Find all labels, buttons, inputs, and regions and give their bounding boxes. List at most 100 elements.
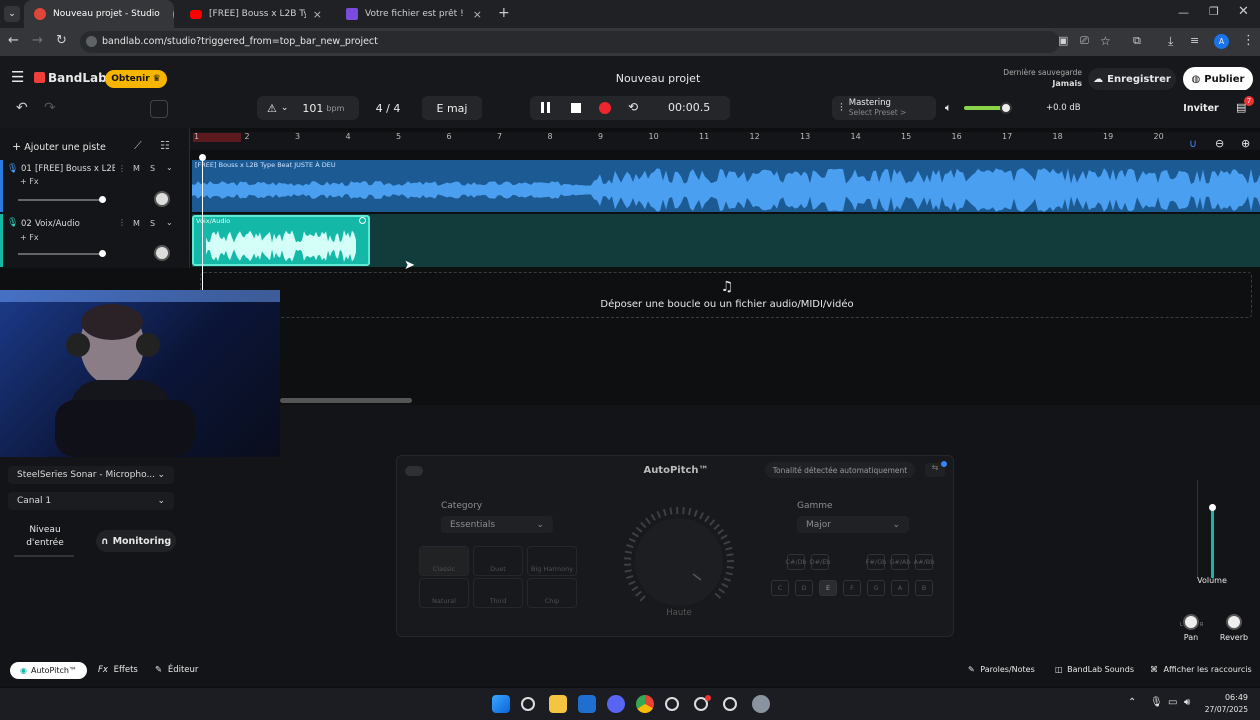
channel-volume-fader[interactable] — [1211, 508, 1214, 578]
audio-clip-vocal[interactable]: Voix/Audio — [192, 215, 370, 266]
track-name[interactable]: Voix/Audio — [35, 219, 80, 229]
preset-button[interactable]: Chip — [527, 578, 577, 608]
track-row[interactable]: 🎙︎ 02 Voix/Audio ⋮ M S ⌄ + Fx — [0, 214, 190, 268]
category-select[interactable]: Essentials ⌄ — [441, 516, 553, 533]
tempo-control[interactable]: ⚠ ⌄ 101 bpm — [257, 96, 359, 120]
bookmark-star-icon[interactable]: ☆ — [1100, 33, 1111, 49]
browser-menu-icon[interactable]: ⋮ — [1242, 33, 1255, 49]
solo-button[interactable]: S — [150, 164, 155, 173]
track-volume-handle[interactable] — [99, 196, 106, 203]
audio-clip-beat[interactable]: [FREE] Bouss x L2B Type Beat JUSTE À DEU — [192, 160, 1260, 212]
mute-button[interactable]: M — [133, 219, 140, 228]
speaker-icon[interactable]: 🔈︎ — [945, 101, 952, 115]
key-button[interactable]: F — [843, 580, 861, 596]
upgrade-button[interactable]: Obtenir ♛ — [105, 70, 167, 88]
clip-loop-icon[interactable] — [359, 217, 366, 224]
track-settings-icon[interactable]: ☷ — [160, 139, 170, 152]
track-volume-slider[interactable] — [18, 199, 104, 201]
invite-button[interactable]: Inviter — [1180, 97, 1222, 119]
magnet-icon[interactable]: ∪ — [1189, 137, 1197, 150]
new-tab-button[interactable]: + — [498, 5, 510, 21]
scale-select[interactable]: Major ⌄ — [797, 516, 909, 533]
auto-key-detect-button[interactable]: Tonalité détectée automatiquement — [765, 462, 915, 478]
playhead[interactable] — [202, 155, 203, 290]
cast-icon[interactable]: ▣ — [1058, 33, 1068, 49]
pan-knob[interactable] — [154, 245, 170, 261]
key-selector[interactable]: E maj — [422, 96, 482, 120]
mastering-button[interactable]: ⫶ Mastering Select Preset > — [832, 96, 936, 120]
network-icon[interactable]: ▭ — [1168, 697, 1177, 708]
drop-zone[interactable]: ♫ Déposer une boucle ou un fichier audio… — [200, 272, 1252, 318]
track-more-icon[interactable]: ⋮ — [118, 164, 126, 173]
steelseries-icon[interactable] — [723, 697, 737, 711]
volume-tray-icon[interactable]: 🔊︎ — [1184, 697, 1190, 708]
search-icon[interactable] — [521, 697, 535, 711]
reverb-knob[interactable] — [1226, 614, 1242, 630]
forward-icon[interactable]: → — [32, 33, 43, 49]
key-button[interactable]: C — [771, 580, 789, 596]
add-fx-button[interactable]: + Fx — [20, 177, 39, 186]
channel-volume-handle[interactable] — [1209, 504, 1216, 511]
settings-gear-icon[interactable] — [752, 695, 770, 713]
screen-share-icon[interactable]: ⎚ — [1080, 33, 1089, 49]
project-title[interactable]: Nouveau projet — [530, 72, 786, 85]
editor-tab[interactable]: ✎ Éditeur — [155, 665, 198, 675]
windows-start-icon[interactable] — [492, 695, 510, 713]
redo-icon[interactable]: ↷ — [44, 100, 56, 116]
pan-knob[interactable] — [1183, 614, 1199, 630]
record-icon[interactable] — [599, 102, 611, 114]
undo-icon[interactable]: ↶ — [16, 100, 28, 116]
chevron-down-icon[interactable]: ⌄ — [166, 218, 173, 227]
close-tab-icon[interactable]: × — [473, 8, 482, 21]
monitoring-button[interactable]: ∩ Monitoring — [96, 530, 176, 552]
pitch-knob[interactable] — [623, 506, 735, 618]
address-bar[interactable]: bandlab.com/studio?triggered_from=top_ba… — [80, 31, 1060, 53]
extensions-icon[interactable]: ⧉ — [1133, 33, 1141, 49]
chevron-down-icon[interactable]: ⌄ — [166, 163, 173, 172]
sharp-key-button[interactable]: D#/Eb — [810, 554, 830, 570]
loop-region[interactable] — [193, 133, 241, 142]
pan-knob[interactable] — [154, 191, 170, 207]
solo-button[interactable]: S — [150, 219, 155, 228]
playhead-handle[interactable] — [199, 154, 206, 161]
tab-search-icon[interactable]: ⌄ — [4, 6, 20, 22]
loop-icon[interactable]: ⟲ — [628, 100, 638, 114]
track-volume-slider[interactable] — [18, 253, 104, 255]
preset-button[interactable]: Third — [473, 578, 523, 608]
view-toggle-icon[interactable] — [150, 100, 168, 118]
steam-icon[interactable] — [665, 697, 679, 711]
lyrics-button[interactable]: ✎ Paroles/Notes — [968, 665, 1035, 674]
sharp-key-button[interactable]: F#/Gb — [866, 554, 886, 570]
track-more-icon[interactable]: ⋮ — [118, 218, 126, 227]
download-icon[interactable]: ⤓ — [1168, 33, 1173, 49]
close-tab-icon[interactable]: × — [313, 8, 322, 21]
clock-time[interactable]: 06:49 — [1200, 693, 1248, 702]
tab-studio[interactable]: Nouveau projet - Studio × — [24, 0, 174, 28]
stop-icon[interactable] — [571, 103, 581, 113]
track-name[interactable]: [FREE] Bouss x L2B T... — [35, 164, 115, 174]
add-track-button[interactable]: + Ajouter une piste — [12, 140, 106, 153]
key-button[interactable]: B — [915, 580, 933, 596]
preset-button[interactable]: Natural — [419, 578, 469, 608]
tab-notube[interactable]: Votre fichier est prêt ! - noTube × — [336, 0, 492, 28]
hamburger-menu-icon[interactable]: ☰ — [11, 70, 24, 85]
discord-icon[interactable] — [607, 695, 625, 713]
clock-date[interactable]: 27/07/2025 — [1200, 705, 1248, 714]
sharp-key-button[interactable]: G#/Ab — [889, 554, 911, 570]
close-window-icon[interactable]: ✕ — [1238, 4, 1249, 19]
wand-icon[interactable]: ⟋ — [134, 139, 142, 153]
profile-avatar[interactable]: A — [1214, 34, 1229, 49]
master-volume-handle[interactable] — [1000, 102, 1012, 114]
effects-tab[interactable]: Fx Effets — [98, 665, 138, 675]
zoom-out-icon[interactable]: ⊖ — [1215, 137, 1224, 150]
preset-button[interactable]: Duet — [473, 546, 523, 576]
media-icon[interactable]: ≡ — [1190, 33, 1199, 49]
key-button[interactable]: D — [795, 580, 813, 596]
publish-button[interactable]: ◍ Publier — [1183, 67, 1253, 91]
back-icon[interactable]: ← — [8, 33, 19, 49]
save-button[interactable]: ☁ Enregistrer — [1088, 68, 1176, 90]
zoom-in-icon[interactable]: ⊕ — [1241, 137, 1250, 150]
mute-button[interactable]: M — [133, 164, 140, 173]
input-channel-select[interactable]: Canal 1 ⌄ — [8, 492, 174, 510]
key-button[interactable]: G — [867, 580, 885, 596]
